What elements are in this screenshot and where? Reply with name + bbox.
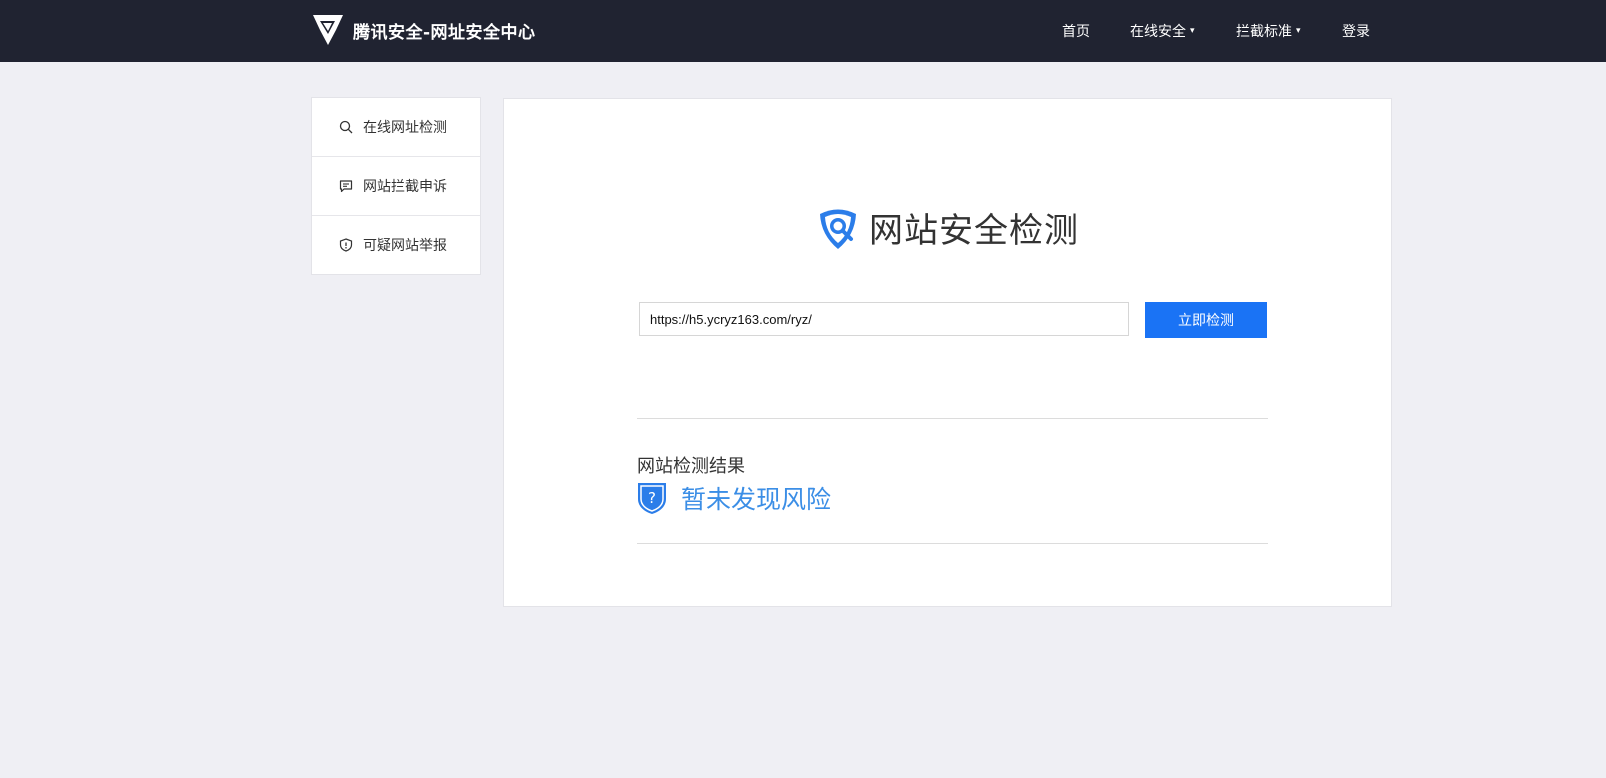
divider [637, 418, 1268, 419]
nav-login[interactable]: 登录 [1342, 21, 1370, 41]
url-input[interactable] [639, 302, 1129, 336]
sidebar: 在线网址检测 网站拦截申诉 可疑网站举报 [311, 97, 481, 275]
sidebar-item-appeal[interactable]: 网站拦截申诉 [312, 157, 480, 216]
sidebar-item-report[interactable]: 可疑网站举报 [312, 216, 480, 274]
shield-alert-icon [339, 238, 353, 252]
brand-logo[interactable]: 腾讯安全-网址安全中心 [311, 12, 536, 48]
security-check-logo-icon [820, 209, 856, 249]
result-status: ? 暂未发现风险 [637, 480, 831, 516]
divider [637, 543, 1268, 544]
nav-block-standard[interactable]: 拦截标准 ▾ [1236, 21, 1301, 41]
nav-block-standard-label: 拦截标准 [1236, 24, 1292, 40]
top-navbar: 腾讯安全-网址安全中心 首页 在线安全 ▾ 拦截标准 ▾ 登录 [0, 0, 1606, 62]
nav-online-security-label: 在线安全 [1130, 24, 1186, 40]
chevron-down-icon: ▾ [1190, 26, 1195, 36]
nav-home-label: 首页 [1062, 24, 1090, 40]
tencent-security-logo-icon [313, 15, 343, 45]
nav-home[interactable]: 首页 [1062, 21, 1090, 41]
page-title: 网站安全检测 [869, 211, 1079, 251]
main-panel [503, 98, 1392, 607]
svg-text:?: ? [648, 489, 656, 507]
nav-online-security[interactable]: 在线安全 ▾ [1130, 21, 1195, 41]
result-text: 暂未发现风险 [681, 485, 832, 514]
sidebar-item-label: 可疑网站举报 [363, 238, 447, 254]
search-icon [339, 120, 353, 134]
nav-login-label: 登录 [1342, 24, 1370, 40]
chevron-down-icon: ▾ [1296, 26, 1301, 36]
page-heading: 网站安全检测 [815, 203, 1079, 252]
result-heading: 网站检测结果 [637, 456, 745, 477]
brand-name: 腾讯安全-网址安全中心 [353, 22, 536, 43]
shield-unknown-icon: ? [638, 483, 666, 514]
check-now-button[interactable]: 立即检测 [1145, 302, 1267, 338]
sidebar-item-label: 网站拦截申诉 [363, 179, 447, 195]
message-icon [339, 180, 353, 193]
sidebar-item-label: 在线网址检测 [363, 120, 447, 136]
sidebar-item-url-check[interactable]: 在线网址检测 [312, 98, 480, 157]
